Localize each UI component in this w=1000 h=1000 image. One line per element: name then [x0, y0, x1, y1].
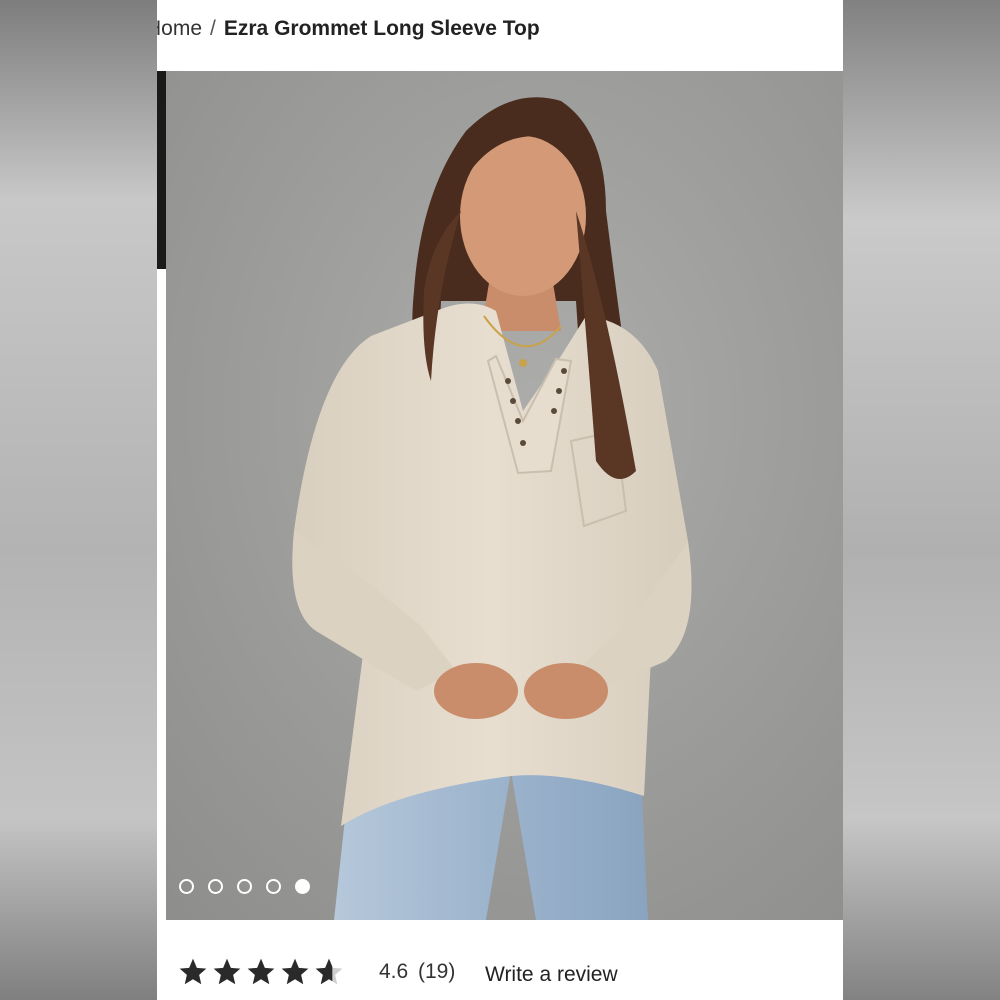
- gallery-scrollbar-line: [160, 269, 163, 920]
- review-count[interactable]: (19): [418, 960, 455, 984]
- breadcrumb-current: Ezra Grommet Long Sleeve Top: [223, 17, 540, 40]
- gallery-pagination: [179, 879, 310, 894]
- star-icon-full: [281, 958, 309, 985]
- write-review-link[interactable]: Write a review: [485, 963, 618, 987]
- star-icon-partial: [315, 958, 343, 985]
- gallery-dot[interactable]: [179, 879, 194, 894]
- gallery-dot[interactable]: [237, 879, 252, 894]
- right-blur-border: [843, 0, 1000, 1000]
- star-icon-full: [247, 958, 275, 985]
- breadcrumb-home-link[interactable]: Home: [157, 17, 202, 40]
- breadcrumb-separator: /: [210, 17, 216, 40]
- product-image[interactable]: [166, 71, 843, 920]
- star-rating: [177, 956, 345, 988]
- star-icon-full: [179, 958, 207, 985]
- gallery-dot-active[interactable]: [295, 879, 310, 894]
- product-page: Home / Ezra Grommet Long Sleeve Top: [157, 0, 843, 1000]
- gallery-dot[interactable]: [266, 879, 281, 894]
- left-blur-border: [0, 0, 157, 1000]
- rating-score: 4.6: [379, 960, 409, 983]
- rating-summary: 4.6 (19) Write a review: [157, 920, 843, 1000]
- breadcrumb: Home / Ezra Grommet Long Sleeve Top: [157, 14, 540, 44]
- gallery-dot[interactable]: [208, 879, 223, 894]
- gallery-scrollbar-thumb[interactable]: [157, 71, 166, 269]
- star-icon-full: [213, 958, 241, 985]
- product-image-gallery[interactable]: [157, 71, 843, 920]
